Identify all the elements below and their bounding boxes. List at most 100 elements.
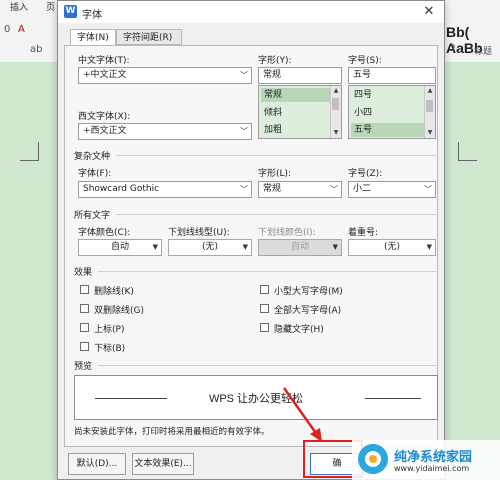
dropdown-triangle-icon: ▼ [152,243,158,251]
chevron-down-icon: ﹀ [424,185,432,194]
emphasis-value: (无) [383,242,401,252]
dialog-title: 字体 [82,10,102,21]
chevron-down-icon: ﹀ [330,185,338,194]
chevron-down-icon: ﹀ [240,185,248,194]
font-color-icon[interactable]: A [18,24,25,35]
all-caps-checkbox[interactable] [260,304,269,313]
scroll-thumb[interactable] [332,98,339,110]
complex-style-select[interactable]: 常规 ﹀ [258,181,342,198]
highlight-icon[interactable]: ab [30,44,42,55]
underline-style-select[interactable]: (无) ▼ [168,239,252,256]
small-caps-label[interactable]: 小型大写字母(M) [274,284,343,297]
chinese-font-select[interactable]: +中文正文 ﹀ [78,67,252,84]
text-effects-button[interactable]: 文本效果(E)... [132,453,194,475]
chevron-down-icon: ﹀ [240,127,248,136]
font-dialog: W 字体 ✕ 字体(N) 字符间距(R) 中文字体(T): +中文正文 ﹀ 字形… [57,0,445,480]
chinese-font-value: +中文正文 [83,70,127,80]
style-value: 常规 [263,70,282,80]
site-watermark: 纯净系统家园 www.yidaimei.com [352,440,500,480]
font-color-picker[interactable]: 自动 ▼ [78,239,162,256]
complex-font-label: 字体(F): [78,169,112,179]
complex-section-title: 复杂文种 [74,152,111,162]
scroll-up-icon[interactable]: ▲ [331,86,341,96]
watermark-logo-icon [358,444,388,474]
watermark-url: www.yidaimei.com [394,464,470,473]
subscript-label[interactable]: 下标(B) [94,341,125,354]
underline-color-value: 自动 [290,242,309,252]
ribbon-tab-insert[interactable]: 插入 [10,0,28,13]
font-color-label: 字体颜色(C): [78,228,131,238]
style-option[interactable]: 倾斜 [261,106,331,120]
all-caps-label[interactable]: 全部大写字母(A) [274,303,341,316]
size-input[interactable]: 五号 [348,67,436,84]
small-caps-checkbox[interactable] [260,285,269,294]
dropdown-triangle-icon: ▼ [426,243,432,251]
divider [98,271,436,272]
underline-style-label: 下划线线型(U): [168,228,230,238]
all-text-section-title: 所有文字 [74,211,111,221]
complex-size-select[interactable]: 小二 ﹀ [348,181,436,198]
style-scrollbar[interactable]: ▲ ▼ [330,86,341,138]
preview-baseline [365,398,421,399]
tab-font[interactable]: 字体(N) [70,29,116,46]
style-listbox[interactable]: 常规 倾斜 加粗 ▲ ▼ [258,85,342,139]
size-label: 字号(S): [348,56,382,66]
ribbon-glyph[interactable]: 0 [4,24,10,35]
size-option[interactable]: 小四 [351,106,425,120]
strikethrough-label[interactable]: 删除线(K) [94,284,134,297]
emphasis-select[interactable]: (无) ▼ [348,239,436,256]
close-button[interactable]: ✕ [420,3,438,21]
scroll-thumb[interactable] [426,100,433,112]
underline-style-value: (无) [201,242,219,252]
complex-font-select[interactable]: Showcard Gothic ﹀ [78,181,252,198]
western-font-value: +西文正文 [83,126,127,136]
emphasis-label: 着重号: [348,228,379,238]
set-default-button[interactable]: 默认(D)... [68,453,126,475]
superscript-label[interactable]: 上标(P) [94,322,124,335]
style-option[interactable]: 加粗 [261,123,331,137]
scroll-up-icon[interactable]: ▲ [425,86,435,96]
western-font-select[interactable]: +西文正文 ﹀ [78,123,252,140]
superscript-checkbox[interactable] [80,323,89,332]
crop-mark [20,142,39,161]
style-label[interactable]: 标题 [474,44,492,57]
watermark-title: 纯净系统家园 [394,450,473,465]
strikethrough-checkbox[interactable] [80,285,89,294]
complex-style-label: 字形(L): [258,169,292,179]
dropdown-triangle-icon: ▼ [242,243,248,251]
font-color-value: 自动 [110,242,129,252]
hidden-text-checkbox[interactable] [260,323,269,332]
size-option[interactable]: 四号 [351,88,425,102]
double-strikethrough-label[interactable]: 双删除线(G) [94,303,144,316]
subscript-checkbox[interactable] [80,342,89,351]
hidden-text-label[interactable]: 隐藏文字(H) [274,322,324,335]
western-font-label: 西文字体(X): [78,112,131,122]
dropdown-triangle-icon: ▼ [332,243,338,251]
scroll-down-icon[interactable]: ▼ [331,128,341,138]
size-option[interactable]: 五号 [351,123,425,137]
style-input[interactable]: 常规 [258,67,342,84]
ribbon-tab-page[interactable]: 页 [46,0,55,13]
complex-style-value: 常规 [263,184,282,194]
crop-mark [458,142,477,161]
preview-section-title: 预览 [74,362,93,372]
chinese-font-label: 中文字体(T): [78,56,130,66]
double-strikethrough-checkbox[interactable] [80,304,89,313]
underline-color-picker: 自动 ▼ [258,239,342,256]
divider [116,155,436,156]
size-listbox[interactable]: 四号 小四 五号 ▲ ▼ [348,85,436,139]
divider [116,214,436,215]
size-scrollbar[interactable]: ▲ ▼ [424,86,435,138]
dialog-titlebar[interactable]: W 字体 ✕ [58,1,444,23]
complex-size-label: 字号(Z): [348,169,383,179]
chevron-down-icon: ﹀ [240,71,248,80]
complex-size-value: 小二 [353,184,372,194]
scroll-down-icon[interactable]: ▼ [425,128,435,138]
size-value: 五号 [353,70,372,80]
tab-character-spacing[interactable]: 字符间距(R) [116,29,182,45]
divider [98,365,436,366]
complex-font-value: Showcard Gothic [83,184,160,194]
underline-color-label: 下划线颜色(I): [258,228,316,238]
style-option[interactable]: 常规 [261,88,331,102]
style-number: 2 [450,44,456,54]
